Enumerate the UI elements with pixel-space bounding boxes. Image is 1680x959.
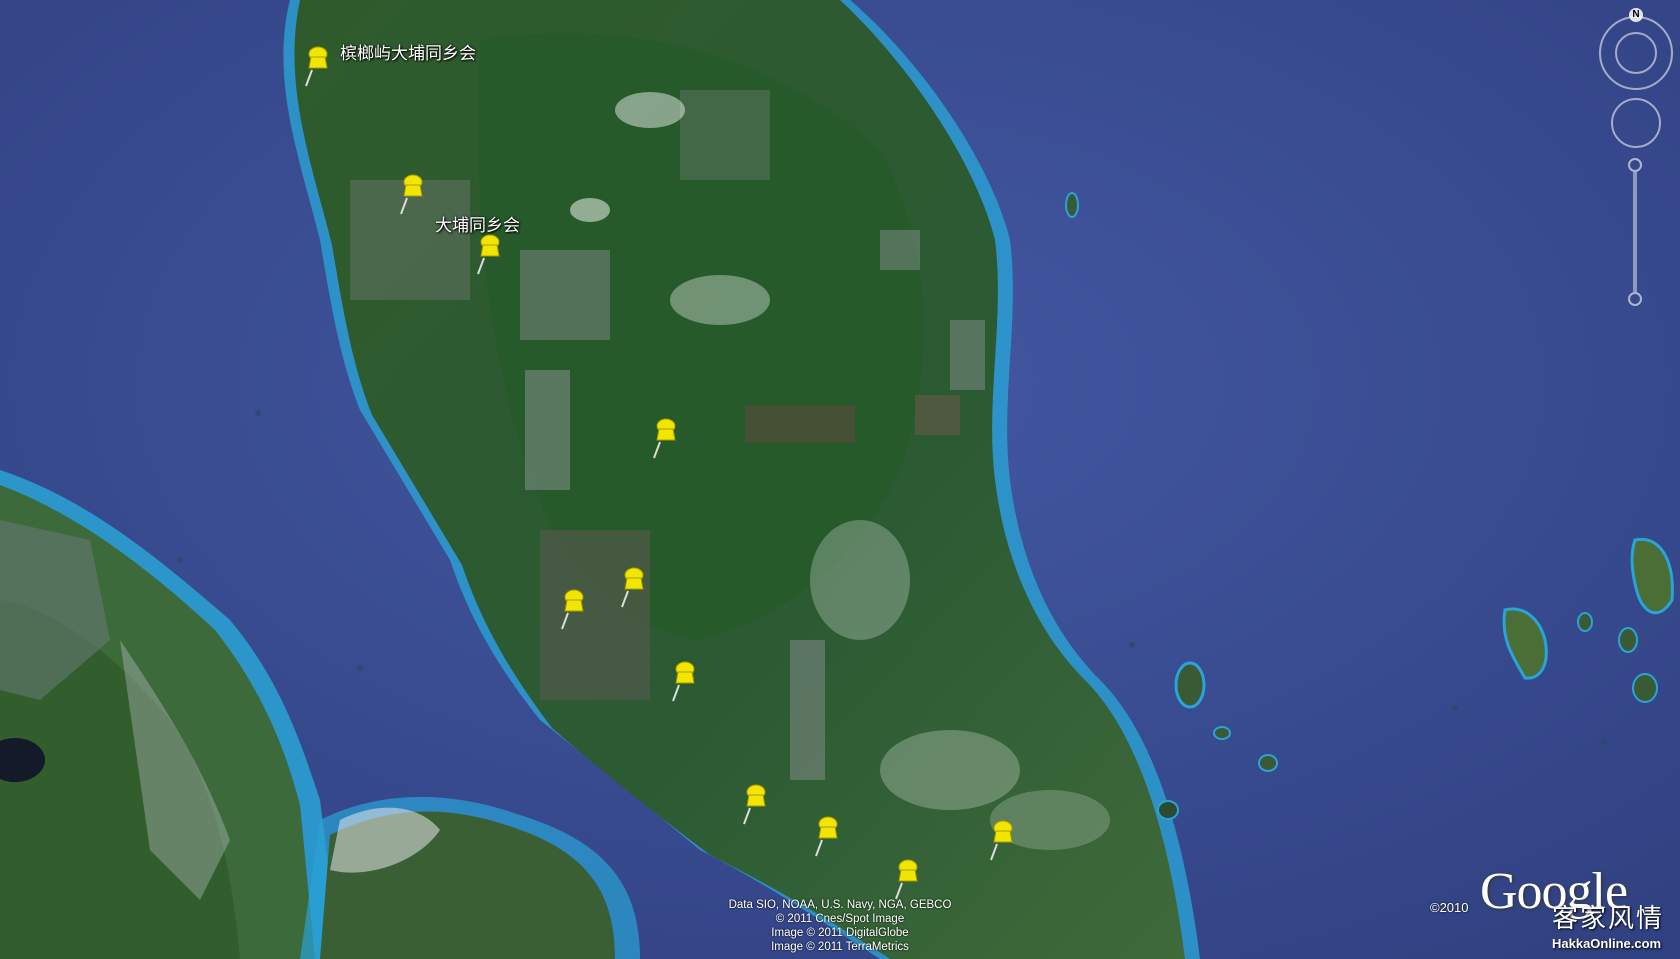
copyright-year: ©2010 — [1430, 900, 1469, 915]
placemark-10[interactable] — [890, 855, 924, 901]
placemark-4[interactable] — [648, 414, 682, 460]
zoom-slider-track[interactable] — [1633, 172, 1637, 292]
watermark-url: HakkaOnline.com — [1552, 936, 1662, 951]
pushpin-icon — [653, 418, 676, 459]
pushpin-icon — [305, 46, 328, 87]
pushpin-icon — [477, 234, 500, 275]
zoom-slider-icon[interactable] — [1628, 158, 1642, 308]
placemark-2[interactable] — [395, 170, 429, 216]
attribution-line: Image © 2011 TerraMetrics — [771, 941, 909, 953]
attribution-line: Data SIO, NOAA, U.S. Navy, NGA, GEBCO — [728, 899, 952, 911]
pushpin-icon — [895, 859, 918, 900]
pushpin-icon — [672, 661, 695, 702]
pushpin-icon — [561, 589, 584, 630]
look-joystick-icon[interactable] — [1611, 98, 1661, 148]
placemark-8[interactable] — [738, 780, 772, 826]
zoom-in-button[interactable] — [1628, 158, 1642, 172]
pushpin-icon — [621, 567, 644, 608]
attribution-line: Image © 2011 DigitalGlobe — [771, 927, 909, 939]
pushpin-icon — [743, 784, 766, 825]
placemark-3[interactable] — [472, 230, 506, 276]
placemark-label: 大埔同乡会 — [435, 216, 520, 236]
placemark-7[interactable] — [667, 657, 701, 703]
north-indicator[interactable]: N — [1629, 8, 1643, 22]
pushpin-icon — [815, 816, 838, 857]
map-viewport[interactable]: 槟榔屿大埔同乡会 大埔同乡会 N Data SIO, NOAA, U.S. Na… — [0, 0, 1680, 959]
navigation-controls: N — [1595, 8, 1680, 308]
attribution-line: © 2011 Cnes/Spot Image — [775, 913, 905, 925]
pushpin-icon — [990, 820, 1013, 861]
watermark-text: 客家风情 — [1552, 904, 1665, 934]
pushpin-icon — [400, 174, 423, 215]
placemark-5[interactable] — [616, 563, 650, 609]
compass-ring[interactable] — [1615, 32, 1657, 74]
placemark-label: 槟榔屿大埔同乡会 — [340, 44, 476, 64]
zoom-out-button[interactable] — [1628, 292, 1642, 306]
imagery-attribution: Data SIO, NOAA, U.S. Navy, NGA, GEBCO © … — [720, 898, 960, 954]
placemark-1[interactable] — [300, 42, 334, 88]
placemark-6[interactable] — [556, 585, 590, 631]
compass-icon[interactable] — [1599, 16, 1673, 90]
placemark-11[interactable] — [985, 816, 1019, 862]
placemark-9[interactable] — [810, 812, 844, 858]
